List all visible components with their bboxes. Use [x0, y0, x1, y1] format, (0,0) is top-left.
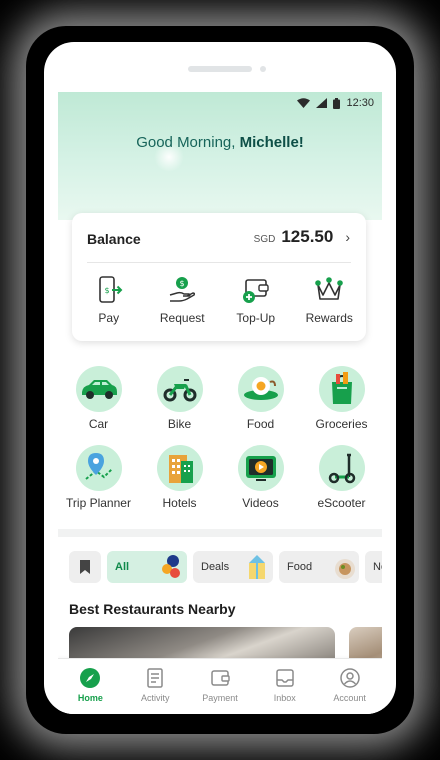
phone-pay-icon: $	[98, 276, 123, 303]
wallet-icon	[211, 670, 230, 686]
pay-label: Pay	[98, 311, 120, 325]
chip-all-label: All	[115, 561, 130, 573]
card-divider	[87, 262, 351, 263]
wallet-card: Balance SGD 125.50 › $ Pay $ Request Top…	[72, 213, 366, 341]
user-icon	[339, 668, 360, 688]
rewards-button[interactable]: Rewards	[293, 275, 367, 325]
service-car-label: Car	[88, 417, 109, 431]
scooter-icon	[318, 445, 365, 491]
tab-inbox[interactable]: Inbox	[252, 659, 317, 714]
tab-payment-label: Payment	[202, 693, 238, 703]
service-hotels[interactable]: Hotels	[139, 445, 220, 510]
tab-payment[interactable]: Payment	[188, 659, 253, 714]
tab-activity-label: Activity	[140, 693, 170, 703]
service-food[interactable]: Food	[220, 366, 301, 431]
services-row: Car Bike Food Groceries	[58, 366, 382, 431]
front-camera	[260, 66, 266, 72]
greeting-text: Good Morning, Michelle!	[58, 134, 382, 151]
status-time: 12:30	[346, 97, 374, 109]
chip-all[interactable]: All	[107, 551, 187, 583]
service-trip-planner[interactable]: Trip Planner	[58, 445, 139, 510]
car-icon	[75, 366, 122, 412]
service-bike[interactable]: Bike	[139, 366, 220, 431]
gift-icon	[249, 555, 265, 579]
service-videos-label: Videos	[242, 496, 279, 510]
video-play-icon	[237, 445, 284, 491]
motorbike-icon	[156, 366, 203, 412]
pay-button[interactable]: $ Pay	[72, 275, 146, 325]
tab-account-label: Account	[333, 693, 366, 703]
food-plate-icon	[237, 366, 284, 412]
tab-home-label: Home	[77, 693, 103, 703]
tab-inbox-label: Inbox	[273, 693, 296, 703]
hotel-icon	[156, 445, 203, 491]
balloons-icon	[162, 555, 180, 578]
svg-text:$: $	[180, 279, 185, 288]
svg-text:$: $	[104, 286, 109, 295]
crown-icon	[315, 277, 344, 300]
header-banner: 12:30 Good Morning, Michelle!	[58, 92, 382, 220]
section-divider	[58, 529, 382, 537]
receipt-icon	[147, 668, 163, 688]
status-bar: 12:30	[297, 96, 374, 110]
top-up-button[interactable]: Top-Up	[219, 275, 293, 325]
bottom-tab-bar: Home Activity Payment Inbox Account	[58, 658, 382, 714]
services-grid: Car Bike Food Groceries Trip Planner Hot…	[58, 366, 382, 510]
app-screen: 12:30 Good Morning, Michelle! Balance SG…	[58, 92, 382, 714]
chevron-right-icon: ›	[345, 229, 350, 245]
chip-more[interactable]: Ne	[365, 551, 382, 583]
phone-frame: 12:30 Good Morning, Michelle! Balance SG…	[44, 42, 396, 714]
tab-account[interactable]: Account	[317, 659, 382, 714]
balance-link[interactable]: SGD 125.50 ›	[254, 227, 350, 247]
service-car[interactable]: Car	[58, 366, 139, 431]
chip-deals[interactable]: Deals	[193, 551, 273, 583]
balance-currency: SGD	[253, 234, 276, 245]
wifi-icon	[297, 98, 311, 108]
filter-chips: All Deals Food Ne	[69, 551, 382, 583]
hand-coin-icon: $	[170, 277, 196, 302]
balance-amount: 125.50	[281, 227, 334, 246]
balance-label: Balance	[87, 231, 141, 247]
grocery-bag-icon	[318, 366, 365, 412]
service-bike-label: Bike	[167, 417, 192, 431]
wallet-plus-icon	[242, 279, 269, 303]
services-row: Trip Planner Hotels Videos eScooter	[58, 445, 382, 510]
bookmark-icon	[80, 560, 90, 574]
service-escooter[interactable]: eScooter	[301, 445, 382, 510]
battery-icon	[333, 97, 341, 109]
chip-food-label: Food	[287, 561, 313, 573]
service-hotels-label: Hotels	[162, 496, 197, 510]
request-button[interactable]: $ Request	[146, 275, 220, 325]
user-name: Michelle!	[239, 134, 304, 151]
chip-deals-label: Deals	[201, 561, 230, 573]
bookmark-button[interactable]	[69, 551, 101, 583]
top-up-label: Top-Up	[236, 311, 276, 325]
service-groceries[interactable]: Groceries	[301, 366, 382, 431]
tab-activity[interactable]: Activity	[123, 659, 188, 714]
service-trip-planner-label: Trip Planner	[66, 496, 131, 510]
chip-food[interactable]: Food	[279, 551, 359, 583]
map-pin-icon	[75, 445, 122, 491]
service-food-label: Food	[246, 417, 275, 431]
compass-icon	[80, 668, 101, 688]
service-videos[interactable]: Videos	[220, 445, 301, 510]
service-groceries-label: Groceries	[315, 417, 368, 431]
chip-more-label: Ne	[373, 561, 382, 573]
speaker-grille	[188, 66, 252, 72]
inbox-icon	[276, 669, 294, 687]
section-title: Best Restaurants Nearby	[69, 601, 236, 617]
greeting-prefix: Good Morning,	[136, 134, 240, 151]
service-escooter-label: eScooter	[317, 496, 366, 510]
rewards-label: Rewards	[305, 311, 353, 325]
dish-icon	[335, 559, 355, 579]
wallet-actions: $ Pay $ Request Top-Up Rewards	[72, 275, 366, 325]
tab-home[interactable]: Home	[58, 659, 123, 714]
request-label: Request	[159, 311, 205, 325]
signal-icon	[316, 98, 328, 108]
